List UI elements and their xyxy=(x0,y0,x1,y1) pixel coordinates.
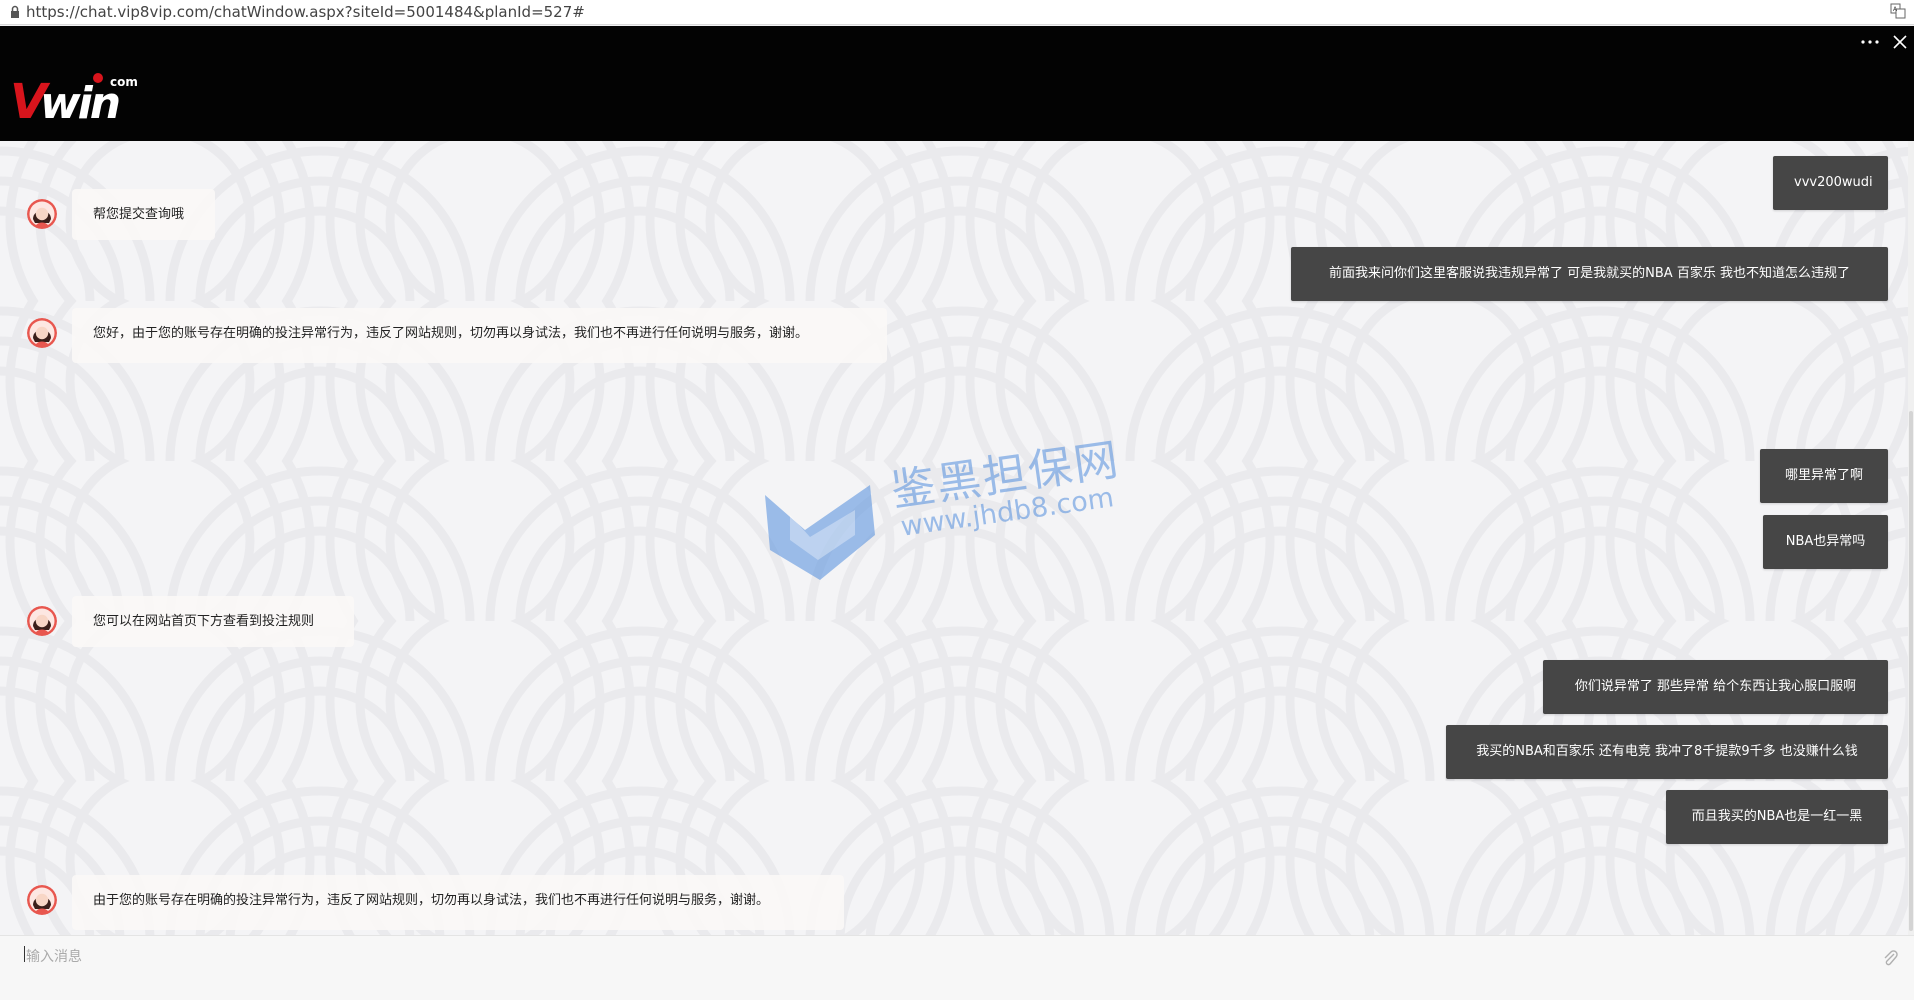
message-list[interactable]: vvv200wudi 帮您提交查询哦前面我来问你们这里客服说我违规异常了 可是我… xyxy=(0,141,1914,935)
outgoing-message: NBA也异常吗 xyxy=(1763,515,1888,569)
incoming-message: 您好，由于您的账号存在明确的投注异常行为，违反了网站规则，切勿再以身试法，我们也… xyxy=(72,308,887,363)
agent-avatar xyxy=(27,885,57,915)
agent-avatar xyxy=(27,318,57,348)
lock-icon xyxy=(11,5,19,18)
more-options-icon[interactable] xyxy=(1858,32,1882,52)
composer xyxy=(0,935,1914,1000)
svg-text:com: com xyxy=(110,75,138,89)
vwin-logo: V win com xyxy=(10,73,138,122)
scrollbar-thumb[interactable] xyxy=(1909,411,1913,931)
attachment-icon[interactable] xyxy=(1880,948,1900,968)
svg-text:win: win xyxy=(40,78,119,122)
incoming-message: 帮您提交查询哦 xyxy=(72,189,215,240)
outgoing-message: vvv200wudi xyxy=(1773,156,1888,210)
outgoing-message: 前面我来问你们这里客服说我违规异常了 可是我就买的NBA 百家乐 我也不知道怎么… xyxy=(1291,247,1888,301)
chat-window: https://chat.vip8vip.com/chatWindow.aspx… xyxy=(0,0,1914,1000)
chat-header: V win com xyxy=(0,26,1914,141)
scrollbar-track[interactable] xyxy=(1908,141,1914,935)
address-bar: https://chat.vip8vip.com/chatWindow.aspx… xyxy=(0,0,1914,25)
incoming-message: 您可以在网站首页下方查看到投注规则 xyxy=(72,596,354,647)
agent-avatar xyxy=(27,199,57,229)
incoming-message: 由于您的账号存在明确的投注异常行为，违反了网站规则，切勿再以身试法，我们也不再进… xyxy=(72,875,844,930)
outgoing-message: 哪里异常了啊 xyxy=(1760,449,1888,503)
url-text[interactable]: https://chat.vip8vip.com/chatWindow.aspx… xyxy=(26,3,585,21)
translate-icon[interactable]: A xyxy=(1890,3,1906,19)
outgoing-message: 你们说异常了 那些异常 给个东西让我心服口服啊 xyxy=(1543,660,1888,714)
agent-avatar xyxy=(27,606,57,636)
close-icon[interactable] xyxy=(1890,32,1910,52)
outgoing-message: 我买的NBA和百家乐 还有电竞 我冲了8千提款9千多 也没赚什么钱 xyxy=(1446,725,1888,779)
outgoing-message: 而且我买的NBA也是一红一黑 xyxy=(1666,790,1888,844)
message-input[interactable] xyxy=(24,944,1868,988)
